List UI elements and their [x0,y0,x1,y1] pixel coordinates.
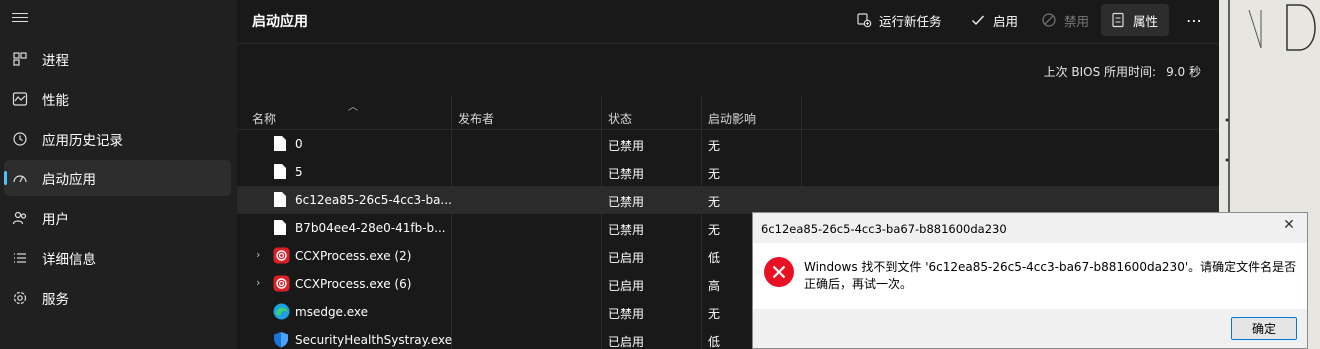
chevron-right-icon[interactable]: › [256,248,260,261]
file-icon [273,163,289,181]
enable-label: 启用 [993,13,1019,29]
services-icon [10,288,30,308]
row-name: CCXProcess.exe (6) [295,277,412,291]
block-icon [1040,11,1058,29]
dialog-body: Windows 找不到文件 '6c12ea85-26c5-4cc3-ba67-b… [753,243,1307,309]
disable-button[interactable]: 禁用 [1036,4,1093,36]
row-impact: 无 [708,167,721,181]
ccx-icon [273,275,290,293]
column-header-status[interactable]: 状态 [608,96,632,130]
row-impact: 低 [708,251,721,265]
users-icon [10,208,30,228]
ok-button[interactable]: 确定 [1231,317,1297,340]
sidebar-item-label: 应用历史记录 [42,133,123,149]
table-row-selected[interactable]: 6c12ea85-26c5-4cc3-ba... 已禁用 无 [237,186,1219,214]
sidebar-item-label: 详细信息 [42,252,96,268]
row-impact: 低 [708,335,721,349]
sidebar-item-processes[interactable]: 进程 [4,41,231,77]
row-status: 已启用 [608,279,645,293]
run-new-task-button[interactable]: 运行新任务 [851,4,946,36]
column-header-publisher[interactable]: 发布者 [458,96,494,130]
table-row[interactable]: 5 已禁用 无 [237,158,1219,186]
performance-icon [10,89,30,109]
sort-ascending-icon: ︿ [348,102,358,113]
disable-label: 禁用 [1064,13,1090,29]
sidebar-item-users[interactable]: 用户 [4,200,231,236]
run-new-task-label: 运行新任务 [879,13,942,29]
error-icon [763,256,795,288]
file-icon [273,219,289,237]
details-icon [10,248,30,268]
column-header-impact[interactable]: 启动影响 [708,96,756,130]
row-name: CCXProcess.exe (2) [295,249,412,263]
row-status: 已禁用 [608,195,645,209]
close-icon[interactable]: ✕ [1279,217,1299,237]
row-status: 已禁用 [608,139,645,153]
dialog-title: 6c12ea85-26c5-4cc3-ba67-b881600da230 [761,222,1007,236]
row-status: 已禁用 [608,167,645,181]
row-impact: 无 [708,195,721,209]
history-icon [10,129,30,149]
sidebar-item-services[interactable]: 服务 [4,280,231,316]
properties-label: 属性 [1133,13,1159,29]
bios-time: 上次 BIOS 所用时间: 9.0 秒 [1044,63,1201,80]
run-task-icon [855,11,873,29]
startup-icon [10,168,30,188]
sidebar-item-label: 用户 [42,212,69,228]
row-name: msedge.exe [295,305,369,319]
row-name: 0 [295,137,303,151]
toolbar: 启动应用 运行新任务 启用 禁用 属性 ⋯ [237,0,1219,44]
bios-time-label: 上次 BIOS 所用时间: [1043,65,1157,79]
file-icon [273,135,289,153]
row-impact: 无 [708,139,721,153]
page-title: 启动应用 [252,14,308,30]
properties-button[interactable]: 属性 [1101,4,1169,36]
row-status: 已启用 [608,251,645,265]
bios-time-value: 9.0 秒 [1166,65,1201,79]
processes-icon [10,49,30,69]
row-name: 5 [295,165,303,179]
row-name: B7b04ee4-28e0-41fb-b... [295,221,446,235]
row-status: 已禁用 [608,223,645,237]
sidebar-item-label: 服务 [42,292,69,308]
shield-icon [273,331,289,349]
row-impact: 无 [708,307,721,321]
column-header-name[interactable]: ︿ 名称 [252,96,452,130]
table-header: ︿ 名称 发布者 状态 启动影响 [237,96,1219,130]
sidebar-item-startup[interactable]: 启动应用 [4,160,231,196]
row-status: 已启用 [608,335,645,349]
row-status: 已禁用 [608,307,645,321]
edge-icon [273,303,290,321]
table-row[interactable]: 0 已禁用 无 [237,130,1219,158]
sidebar: 进程 性能 应用历史记录 启动应用 用户 详细信息 服务 [0,0,237,349]
active-indicator [4,171,7,185]
dialog-message: Windows 找不到文件 '6c12ea85-26c5-4cc3-ba67-b… [804,260,1297,291]
sidebar-item-details[interactable]: 详细信息 [4,240,231,276]
row-impact: 高 [708,279,721,293]
enable-button[interactable]: 启用 [965,4,1022,36]
more-options-button[interactable]: ⋯ [1182,4,1206,36]
sidebar-item-performance[interactable]: 性能 [4,81,231,117]
file-icon [273,191,289,209]
chevron-right-icon[interactable]: › [256,276,260,289]
row-impact: 无 [708,223,721,237]
row-name: SecurityHealthSystray.exe [295,333,453,347]
sidebar-item-label: 启动应用 [42,172,96,188]
ccx-icon [273,247,290,265]
sidebar-item-label: 进程 [42,53,69,69]
properties-icon [1109,11,1127,29]
checkmark-icon [969,11,987,29]
error-dialog: 6c12ea85-26c5-4cc3-ba67-b881600da230 ✕ W… [752,212,1308,349]
sidebar-item-label: 性能 [42,93,69,109]
row-name: 6c12ea85-26c5-4cc3-ba... [295,193,452,207]
hamburger-menu-icon[interactable] [12,10,28,26]
sidebar-item-history[interactable]: 应用历史记录 [4,121,231,157]
